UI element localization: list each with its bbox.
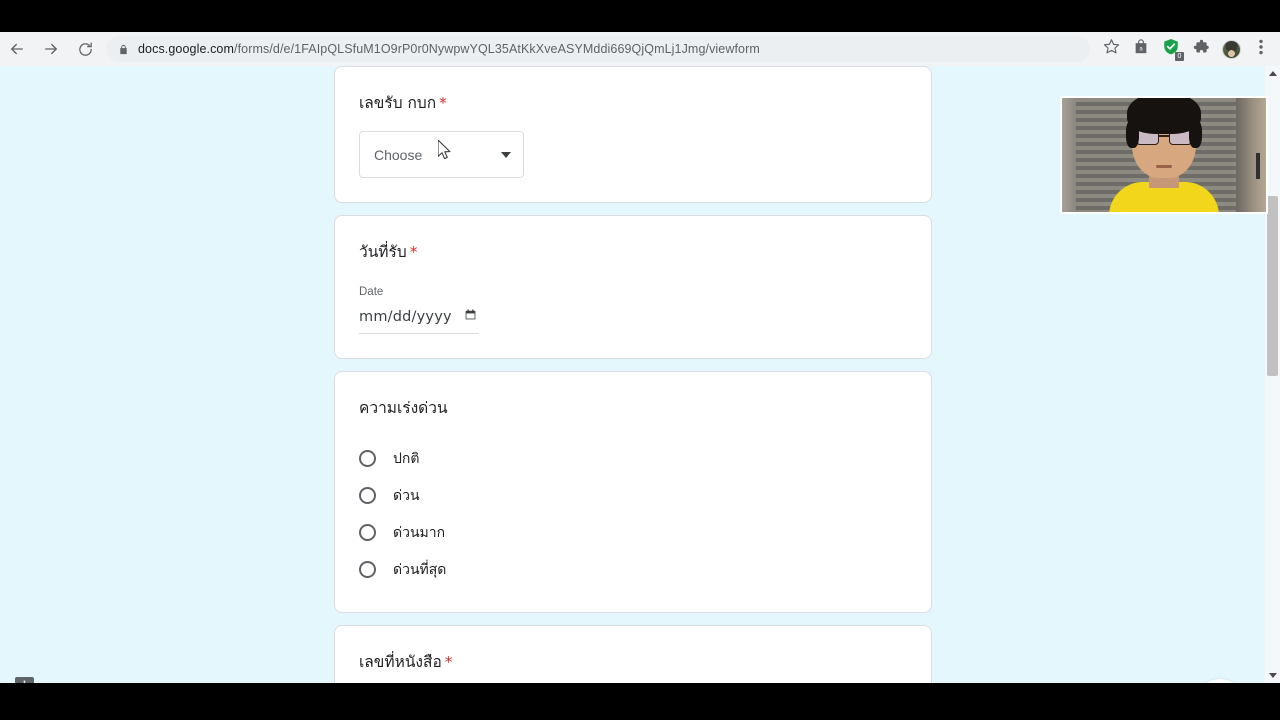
radio-option-4[interactable]: ด่วนที่สุด [359, 551, 907, 588]
form-question-card-dropdown: เลขรับ กบก* Choose [334, 66, 932, 203]
date-input[interactable]: mm/dd/yyyy [359, 308, 479, 334]
scroll-down-arrow-icon [1269, 673, 1277, 678]
webcam-right-wall [1236, 98, 1266, 212]
scroll-up-button[interactable] [1265, 66, 1280, 81]
date-sub-label: Date [359, 286, 907, 298]
chrome-menu-button[interactable] [1246, 34, 1276, 64]
question-title-1: เลขรับ กบก* [359, 91, 907, 115]
reload-button[interactable] [68, 32, 102, 66]
question-title-2: วันที่รับ* [359, 240, 907, 264]
reload-icon [77, 41, 94, 58]
question-title-3: ความเร่งด่วน [359, 396, 907, 420]
webcam-left-wall [1062, 98, 1076, 212]
edit-form-fab[interactable] [1197, 679, 1243, 683]
bookmark-star-button[interactable] [1096, 34, 1126, 64]
form-question-card-short-answer: เลขที่หนังสือ* [334, 625, 932, 683]
padlock-icon [118, 43, 129, 56]
extensions-button[interactable] [1186, 34, 1216, 64]
question-title-4: เลขที่หนังสือ* [359, 650, 907, 674]
required-asterisk-1: * [439, 94, 447, 112]
browser-toolbar: docs.google.com/forms/d/e/1FAIpQLSfuM1O9… [0, 32, 1280, 66]
required-asterisk-4: * [445, 653, 453, 671]
back-button[interactable] [0, 32, 34, 66]
forward-arrow-icon [42, 40, 60, 58]
profile-avatar-icon [1222, 40, 1241, 59]
feedback-button[interactable]: ! [15, 677, 34, 683]
form-question-card-date: วันที่รับ* Date mm/dd/yyyy [334, 215, 932, 359]
adblock-shield-button[interactable]: 0 [1156, 34, 1186, 64]
screen-letterbox: docs.google.com/forms/d/e/1FAIpQLSfuM1O9… [0, 0, 1280, 720]
radio-option-1-label: ปกติ [393, 448, 419, 470]
profile-avatar-button[interactable] [1216, 34, 1246, 64]
radio-group: ปกติ ด่วน ด่วนมาก ด่วนที่สุด [359, 440, 907, 588]
radio-circle-icon[interactable] [359, 524, 376, 541]
date-input-placeholder: mm/dd/yyyy [359, 309, 452, 325]
shopping-bag-icon: a [1133, 38, 1149, 60]
calendar-icon[interactable] [464, 308, 477, 326]
radio-option-3-label: ด่วนมาก [393, 522, 445, 544]
feedback-icon: ! [23, 680, 27, 683]
back-arrow-icon [8, 40, 26, 58]
radio-circle-icon[interactable] [359, 561, 376, 578]
form-question-column: เลขรับ กบก* Choose วันที่รับ* Date mm/dd… [334, 66, 932, 683]
address-bar[interactable]: docs.google.com/forms/d/e/1FAIpQLSfuM1O9… [106, 36, 1090, 62]
shopping-bag-button[interactable]: a [1126, 34, 1156, 64]
radio-option-4-label: ด่วนที่สุด [393, 559, 446, 581]
url-host: docs.google.com [138, 42, 234, 56]
presenter-webcam-overlay [1060, 96, 1268, 214]
bookmark-star-icon [1103, 38, 1120, 60]
presenter-hair [1127, 96, 1201, 134]
extensions-puzzle-icon [1193, 38, 1210, 60]
required-asterisk-2: * [410, 243, 418, 261]
radio-option-2-label: ด่วน [393, 485, 420, 507]
browser-viewport: docs.google.com/forms/d/e/1FAIpQLSfuM1O9… [0, 32, 1280, 683]
presenter-mouth [1156, 165, 1172, 168]
radio-circle-icon[interactable] [359, 487, 376, 504]
question-title-4-text: เลขที่หนังสือ [359, 653, 442, 671]
glasses-bridge [1159, 135, 1169, 137]
form-question-card-radio: ความเร่งด่วน ปกติ ด่วน ด่วนมาก [334, 371, 932, 613]
scroll-down-button[interactable] [1265, 668, 1280, 683]
radio-option-2[interactable]: ด่วน [359, 477, 907, 514]
dropdown-placeholder-1: Choose [374, 147, 422, 163]
toolbar-icon-group: a 0 [1096, 34, 1280, 64]
url-path: /forms/d/e/1FAIpQLSfuM1O9rP0r0NywpwYQL35… [234, 42, 760, 56]
adblock-count-badge: 0 [1175, 52, 1184, 61]
question-title-2-text: วันที่รับ [359, 243, 407, 261]
chevron-down-icon [501, 152, 511, 158]
scrollbar-thumb[interactable] [1267, 196, 1278, 376]
radio-option-3[interactable]: ด่วนมาก [359, 514, 907, 551]
address-bar-url: docs.google.com/forms/d/e/1FAIpQLSfuM1O9… [138, 42, 760, 56]
dropdown-select-1[interactable]: Choose [359, 131, 524, 178]
chrome-menu-icon [1259, 39, 1263, 60]
forward-button[interactable] [34, 32, 68, 66]
scroll-up-arrow-icon [1269, 71, 1277, 76]
radio-option-1[interactable]: ปกติ [359, 440, 907, 477]
radio-circle-icon[interactable] [359, 450, 376, 467]
question-title-1-text: เลขรับ กบก [359, 94, 436, 112]
question-title-3-text: ความเร่งด่วน [359, 399, 448, 417]
